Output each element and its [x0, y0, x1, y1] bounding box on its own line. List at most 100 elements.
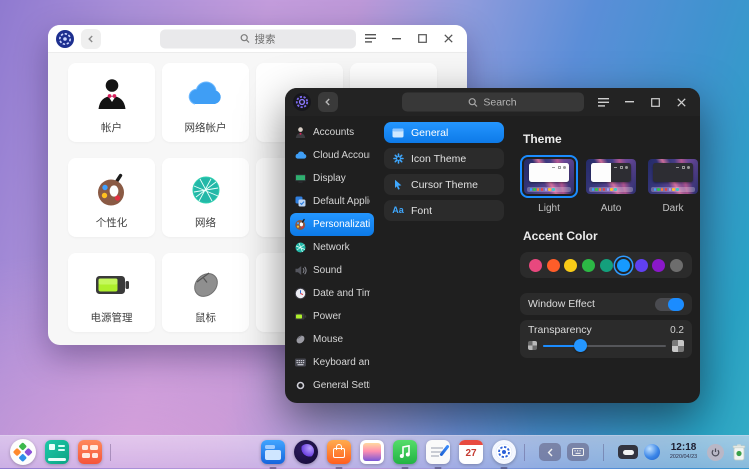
slider-handle[interactable]	[574, 339, 587, 352]
menu-icon[interactable]	[359, 29, 381, 49]
card-accounts[interactable]: 帐户	[68, 63, 155, 142]
close-button[interactable]	[437, 29, 459, 49]
theme-option-auto[interactable]: Auto	[582, 155, 640, 214]
back-button[interactable]	[318, 92, 338, 112]
sidebar-item-power[interactable]: Power	[290, 305, 374, 328]
sidebar-item-accounts[interactable]: Accounts	[290, 121, 374, 144]
personalization-nav: General Icon Theme Cursor Theme Aa Font	[378, 116, 512, 403]
file-manager-icon[interactable]	[261, 440, 285, 464]
accent-dot-yellow[interactable]	[564, 259, 577, 272]
accent-dot-green[interactable]	[582, 259, 595, 272]
transparency-slider[interactable]	[543, 339, 666, 352]
transparency-row: Transparency 0.2	[520, 320, 692, 358]
power-icon	[294, 310, 307, 323]
card-label: 鼠标	[195, 313, 216, 324]
window-effect-toggle[interactable]	[655, 298, 684, 311]
font-icon: Aa	[392, 205, 404, 217]
accent-dot-orange[interactable]	[547, 259, 560, 272]
transparency-min-icon	[528, 341, 537, 350]
sidebar-item-personalization[interactable]: Personalization	[290, 213, 374, 236]
dock-clock[interactable]: 12:18 2020/04/23	[666, 443, 701, 461]
battery-icon	[91, 265, 133, 305]
titlebar[interactable]: Search	[285, 88, 700, 116]
search-icon	[468, 97, 478, 107]
sidebar-item-mouse[interactable]: Mouse	[290, 328, 374, 351]
maximize-button[interactable]	[411, 29, 433, 49]
nav-item-general[interactable]: General	[384, 122, 504, 143]
display-icon	[294, 172, 307, 185]
minimize-button[interactable]	[618, 92, 640, 112]
launcher-icon[interactable]	[10, 439, 36, 465]
nav-item-icon-theme[interactable]: Icon Theme	[384, 148, 504, 169]
sidebar-item-network[interactable]: Network	[290, 236, 374, 259]
theme-option-dark[interactable]: Dark	[644, 155, 702, 214]
search-icon	[240, 34, 250, 44]
search-input[interactable]: Search	[402, 93, 584, 112]
calendar-icon[interactable]: 27	[459, 440, 483, 464]
theme-options: Light Auto Dark	[520, 155, 702, 214]
default-apps-icon	[294, 195, 307, 208]
browser-icon[interactable]	[294, 440, 318, 464]
maximize-button[interactable]	[644, 92, 666, 112]
card-personalization[interactable]: 个性化	[68, 158, 155, 237]
accent-color-heading: Accent Color	[523, 229, 702, 243]
sidebar-item-default-applications[interactable]: Default Applica...	[290, 190, 374, 213]
mouse-icon	[294, 333, 307, 346]
calendar-day: 27	[465, 445, 476, 463]
titlebar[interactable]: 搜索	[48, 25, 467, 53]
general-settings-panel: Theme Light Auto	[512, 116, 711, 403]
card-power[interactable]: 电源管理	[68, 253, 155, 332]
search-placeholder: 搜索	[255, 31, 276, 46]
mouse-icon	[186, 265, 226, 305]
accent-dot-gray[interactable]	[670, 259, 683, 272]
window-effect-row: Window Effect	[520, 293, 692, 315]
card-label: 网络	[195, 218, 216, 229]
clock-icon	[294, 287, 307, 300]
onscreen-keyboard-button[interactable]	[567, 443, 589, 461]
card-label: 个性化	[96, 218, 128, 229]
dock-separator	[603, 444, 604, 461]
card-network[interactable]: 网络	[162, 158, 249, 237]
menu-icon[interactable]	[592, 92, 614, 112]
theme-preview-window	[653, 163, 693, 182]
sidebar-item-sound[interactable]: Sound	[290, 259, 374, 282]
cloud-icon	[294, 149, 307, 162]
minimize-button[interactable]	[385, 29, 407, 49]
battery-tray-icon[interactable]	[618, 445, 638, 459]
tray-collapse-button[interactable]	[539, 443, 561, 461]
sidebar-item-keyboard[interactable]: Keyboard and ...	[290, 351, 374, 374]
card-mouse[interactable]: 鼠标	[162, 253, 249, 332]
transparency-value: 0.2	[670, 325, 684, 336]
sidebar-item-display[interactable]: Display	[290, 167, 374, 190]
back-button[interactable]	[81, 29, 101, 49]
accent-dot-purple[interactable]	[652, 259, 665, 272]
nav-item-font[interactable]: Aa Font	[384, 200, 504, 221]
app-grid-icon[interactable]	[78, 440, 102, 464]
sidebar-item-general-settings[interactable]: General Settings	[290, 374, 374, 397]
accent-dot-teal[interactable]	[600, 259, 613, 272]
music-icon[interactable]	[393, 440, 417, 464]
theme-option-light[interactable]: Light	[520, 155, 578, 214]
nav-item-cursor-theme[interactable]: Cursor Theme	[384, 174, 504, 195]
theme-preview-window	[529, 163, 569, 182]
control-center-logo-icon	[293, 93, 311, 111]
sidebar-item-date-time[interactable]: Date and Time	[290, 282, 374, 305]
personalization-icon	[294, 218, 307, 231]
image-viewer-icon[interactable]	[360, 440, 384, 464]
multitasking-view-icon[interactable]	[45, 440, 69, 464]
control-center-dock-icon[interactable]	[492, 440, 516, 464]
search-input[interactable]: 搜索	[160, 29, 356, 48]
shutdown-button[interactable]	[707, 444, 724, 461]
network-tray-icon[interactable]	[644, 444, 660, 460]
sidebar-item-cloud-account[interactable]: Cloud Account	[290, 144, 374, 167]
theme-preview-window	[591, 163, 631, 182]
text-editor-icon[interactable]	[426, 440, 450, 464]
accent-dot-blue-selected[interactable]	[617, 259, 630, 272]
accent-dot-violet[interactable]	[635, 259, 648, 272]
close-button[interactable]	[670, 92, 692, 112]
card-cloud-account[interactable]: 网络帐户	[162, 63, 249, 142]
trash-icon[interactable]	[730, 442, 748, 462]
app-store-icon[interactable]	[327, 440, 351, 464]
control-center-logo-icon	[56, 30, 74, 48]
accent-dot-pink[interactable]	[529, 259, 542, 272]
